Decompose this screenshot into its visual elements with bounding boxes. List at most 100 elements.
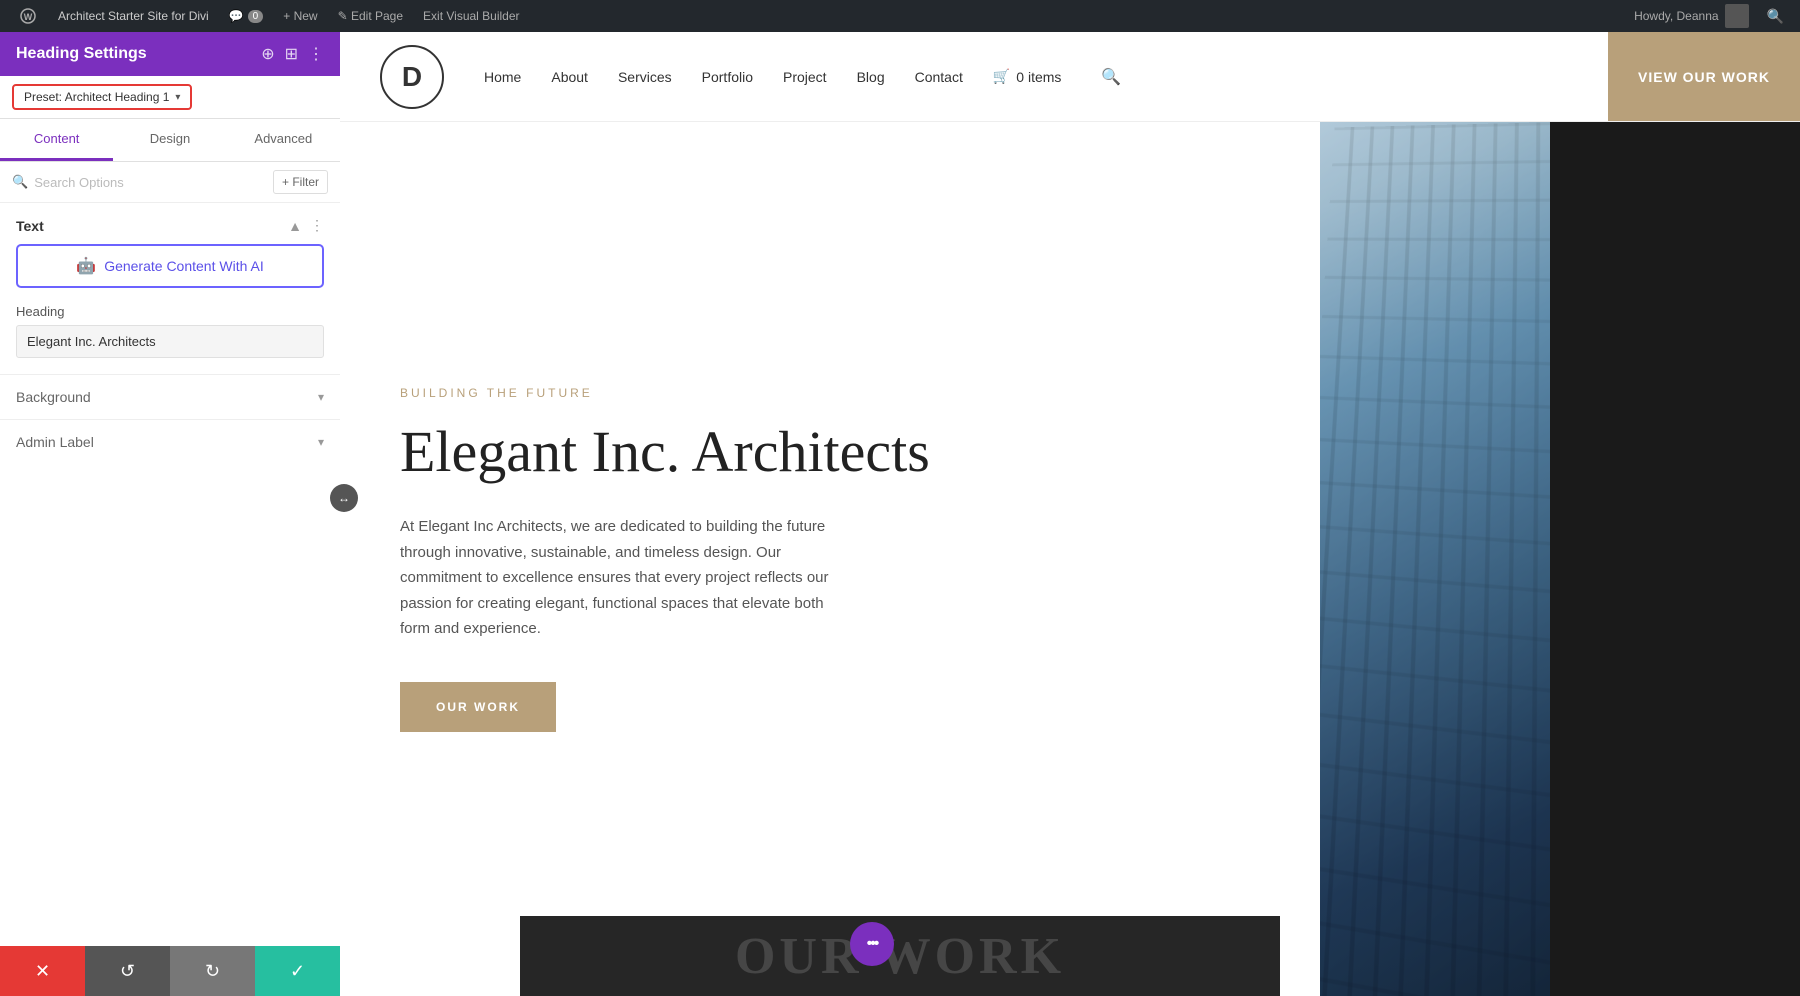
view-work-label: VIEW OUR WORK [1638,69,1770,85]
panel-more-icon[interactable]: ⋮ [308,44,324,64]
hero-tag: BUILDING THE FUTURE [400,386,1260,400]
exit-builder-item[interactable]: Exit Visual Builder [413,0,530,32]
wp-admin-bar: W Architect Starter Site for Divi 💬 0 + … [0,0,1800,32]
site-name-item[interactable]: Architect Starter Site for Divi [48,0,219,32]
preset-arrow-icon: ▾ [175,92,180,103]
nav-contact[interactable]: Contact [915,69,963,85]
new-label: + New [283,9,317,23]
exit-builder-label: Exit Visual Builder [423,9,520,23]
tab-design[interactable]: Design [113,119,226,161]
filter-label: + Filter [282,175,319,189]
section-header-icons: ▲ ⋮ [288,217,324,234]
website-preview: D Home About Services Portfolio Project … [340,32,1800,996]
hero-description: At Elegant Inc Architects, we are dedica… [400,514,850,642]
panel-header: Heading Settings ⊕ ⊞ ⋮ [0,32,340,76]
panel-search-icon[interactable]: ⊕ [261,44,274,64]
nav-services[interactable]: Services [618,69,672,85]
admin-search-icon[interactable]: 🔍 [1759,8,1792,25]
admin-label-chevron-icon: ▾ [318,435,324,449]
new-item[interactable]: + New [273,0,327,32]
cancel-button[interactable]: ✕ [0,946,85,996]
redo-button[interactable]: ↻ [170,946,255,996]
filter-button[interactable]: + Filter [273,170,328,194]
preset-selector[interactable]: Preset: Architect Heading 1 ▾ [12,84,192,110]
cancel-icon: ✕ [35,961,50,982]
view-our-work-button[interactable]: VIEW OUR WORK [1608,32,1800,121]
text-section-title: Text [16,218,44,234]
our-work-button[interactable]: OUR WORK [400,682,556,732]
tab-advanced[interactable]: Advanced [227,119,340,161]
heading-value: Elegant Inc. Architects [27,334,156,349]
edit-page-label: ✎ Edit Page [338,9,403,23]
cart-count: 0 items [1016,69,1061,85]
ai-button-label: Generate Content With AI [104,258,264,274]
collapse-icon[interactable]: ▲ [288,218,302,234]
howdy-section: Howdy, Deanna [1634,4,1749,28]
wp-logo-item[interactable]: W [8,0,48,32]
background-chevron-icon: ▾ [318,390,324,404]
nav-about[interactable]: About [551,69,588,85]
save-icon: ✓ [290,961,305,982]
comment-icon: 💬 [229,9,244,23]
undo-icon: ↺ [120,961,135,982]
tab-content[interactable]: Content [0,119,113,161]
admin-bar-right: Howdy, Deanna 🔍 [1634,4,1792,28]
drag-handle-icon: ↔ [338,491,350,505]
our-work-watermark: ouR WORK [520,916,1280,996]
hero-left-content: BUILDING THE FUTURE Elegant Inc. Archite… [340,122,1320,996]
hero-title: Elegant Inc. Architects [400,420,1260,484]
user-avatar [1725,4,1749,28]
float-menu-button[interactable]: ••• [850,922,894,966]
heading-label: Heading [0,304,340,325]
svg-text:W: W [24,12,33,22]
tabs-row: Content Design Advanced [0,119,340,162]
admin-label-section[interactable]: Admin Label ▾ [0,419,340,464]
logo-letter: D [402,61,422,93]
nav-blog[interactable]: Blog [857,69,885,85]
comment-count: 0 [248,10,264,23]
preset-label: Preset: Architect Heading 1 [24,90,169,104]
site-navigation: D Home About Services Portfolio Project … [340,32,1800,122]
ai-generate-button[interactable]: 🤖 Generate Content With AI [16,244,324,288]
site-logo[interactable]: D [380,45,444,109]
panel-grid-icon[interactable]: ⊞ [285,44,298,64]
admin-bar-left: W Architect Starter Site for Divi 💬 0 + … [8,0,1634,32]
edit-page-item[interactable]: ✎ Edit Page [328,0,413,32]
panel-title: Heading Settings [16,45,147,63]
left-panel: Heading Settings ⊕ ⊞ ⋮ Preset: Architect… [0,32,340,996]
bottom-bar: ✕ ↺ ↻ ✓ [0,946,340,996]
nav-home[interactable]: Home [484,69,521,85]
comments-item[interactable]: 💬 0 [219,0,274,32]
undo-button[interactable]: ↺ [85,946,170,996]
panel-resize-handle[interactable]: ↔ [330,484,358,512]
search-box: 🔍 Search Options [12,174,265,190]
heading-input[interactable]: Elegant Inc. Architects [16,325,324,358]
search-filter-row: 🔍 Search Options + Filter [0,162,340,203]
site-search-icon[interactable]: 🔍 [1101,67,1121,87]
howdy-label: Howdy, Deanna [1634,9,1719,23]
panel-content: Text ▲ ⋮ 🤖 Generate Content With AI Head… [0,203,340,996]
preset-bar: Preset: Architect Heading 1 ▾ [0,76,340,119]
panel-header-icons: ⊕ ⊞ ⋮ [261,44,324,64]
background-section[interactable]: Background ▾ [0,374,340,419]
redo-icon: ↻ [205,961,220,982]
nav-project[interactable]: Project [783,69,827,85]
admin-label-text: Admin Label [16,434,94,450]
nav-portfolio[interactable]: Portfolio [702,69,753,85]
main-preview: D Home About Services Portfolio Project … [340,32,1800,996]
search-icon: 🔍 [12,174,28,190]
background-label: Background [16,389,91,405]
nav-links: Home About Services Portfolio Project Bl… [484,67,1760,87]
ai-icon: 🤖 [76,256,96,276]
nav-cart[interactable]: 🛒 0 items [993,68,1062,85]
our-work-text: ouR WORK [735,927,1065,986]
text-section-header: Text ▲ ⋮ [0,203,340,244]
float-menu-icon: ••• [867,935,878,953]
save-button[interactable]: ✓ [255,946,340,996]
wp-logo-icon: W [18,6,38,26]
section-more-icon[interactable]: ⋮ [310,217,324,234]
our-work-label: OUR WORK [436,700,520,714]
cart-icon: 🛒 [993,68,1010,85]
dark-side-overlay [1550,32,1800,996]
site-name-label: Architect Starter Site for Divi [58,9,209,23]
